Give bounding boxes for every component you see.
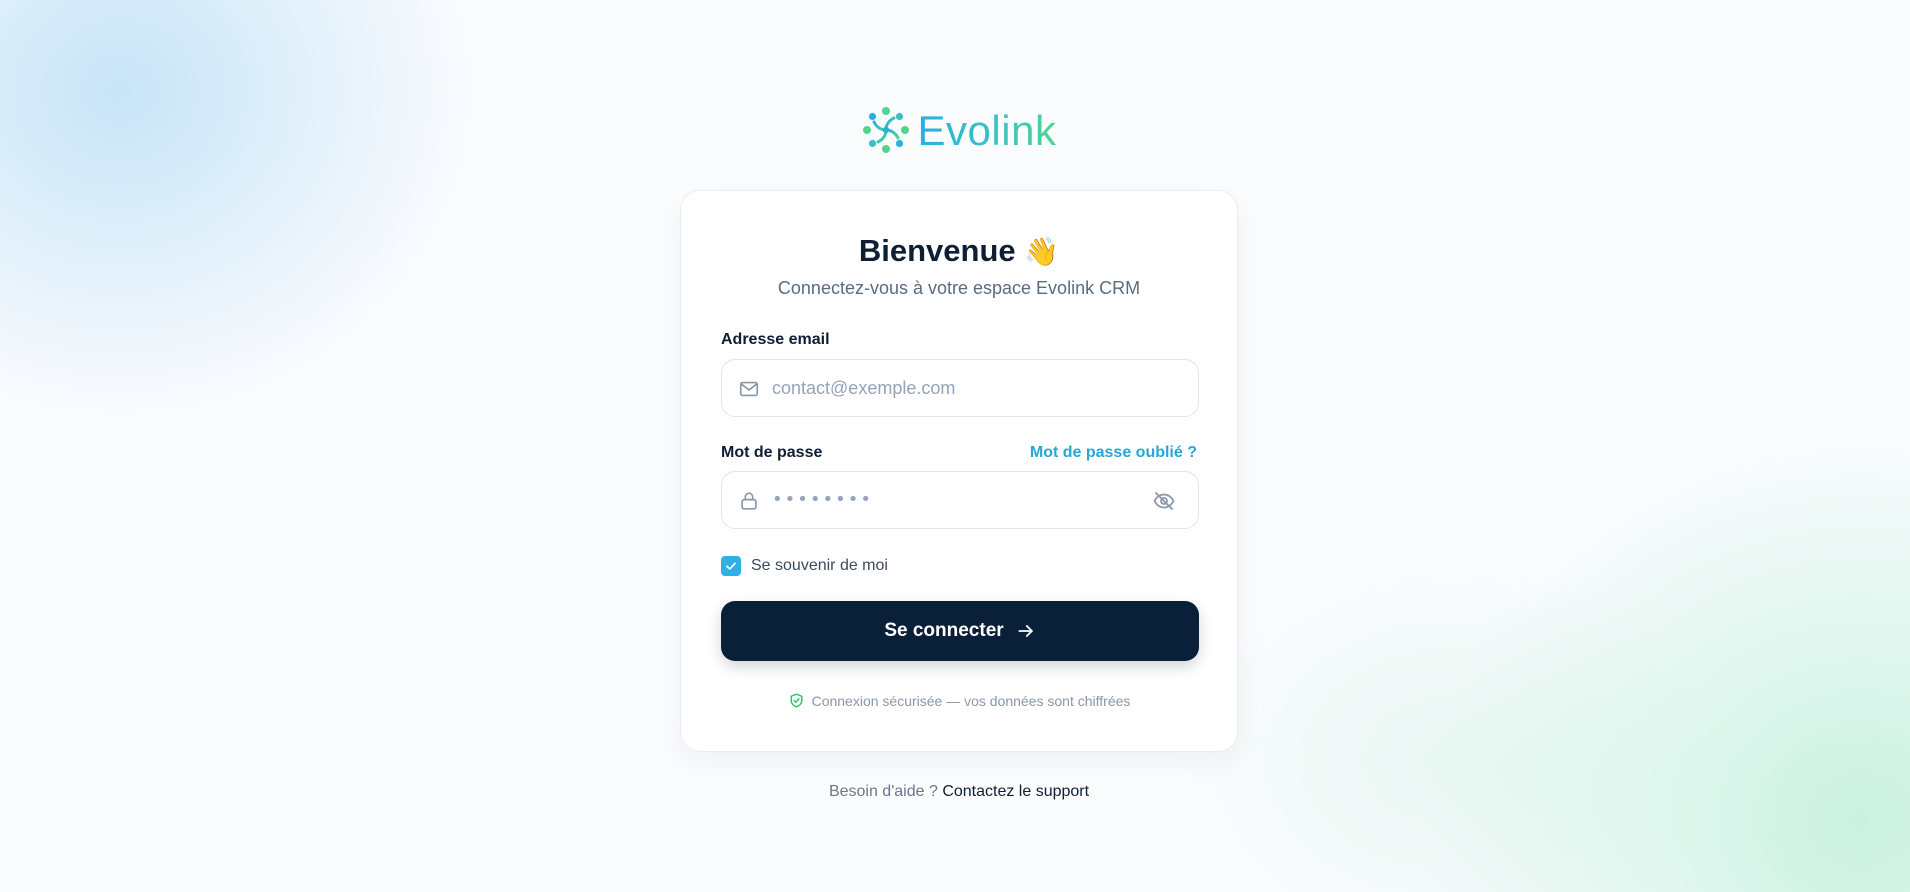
email-label: Adresse email <box>721 331 830 348</box>
page-title: Bienvenue 👋 <box>681 233 1237 269</box>
security-note: Connexion sécurisée — vos données sont c… <box>681 692 1237 709</box>
help-prompt: Besoin d'aide ? <box>828 783 938 800</box>
eye-off-icon[interactable] <box>1152 489 1176 513</box>
security-note-text: Connexion sécurisée — vos données sont c… <box>811 692 1131 709</box>
password-input[interactable]: •••••••• <box>772 489 873 510</box>
page-subtitle: Connectez-vous à votre espace Evolink CR… <box>777 278 1141 298</box>
lock-icon <box>741 492 757 510</box>
arrow-right-icon <box>1018 625 1033 637</box>
help-footer: Besoin d'aide ? Contactez le support <box>680 783 1238 801</box>
remember-label[interactable]: Se souvenir de moi <box>751 557 888 575</box>
check-icon <box>726 562 736 570</box>
email-input[interactable] <box>772 360 1152 416</box>
login-card: Bienvenue 👋 Connectez-vous à votre espac… <box>680 190 1238 752</box>
wave-emoji: 👋 <box>1024 236 1060 267</box>
remember-me: Se souvenir de moi <box>721 556 888 576</box>
email-field[interactable] <box>721 359 1199 417</box>
password-field[interactable]: •••••••• <box>721 471 1199 529</box>
brand-logo: Evolink <box>680 106 1238 154</box>
evolink-logo-icon <box>862 107 909 153</box>
contact-support-link[interactable]: Contactez le support <box>942 783 1089 800</box>
password-label: Mot de passe <box>721 444 823 461</box>
login-button[interactable]: Se connecter <box>721 601 1199 661</box>
title-text: Bienvenue <box>858 233 1016 268</box>
remember-checkbox[interactable] <box>721 556 741 576</box>
mail-icon <box>739 381 759 397</box>
login-button-label: Se connecter <box>884 620 1004 641</box>
brand-name: Evolink <box>917 107 1057 154</box>
shield-check-icon <box>790 693 803 708</box>
forgot-password-link[interactable]: Mot de passe oublié ? <box>1030 444 1197 462</box>
